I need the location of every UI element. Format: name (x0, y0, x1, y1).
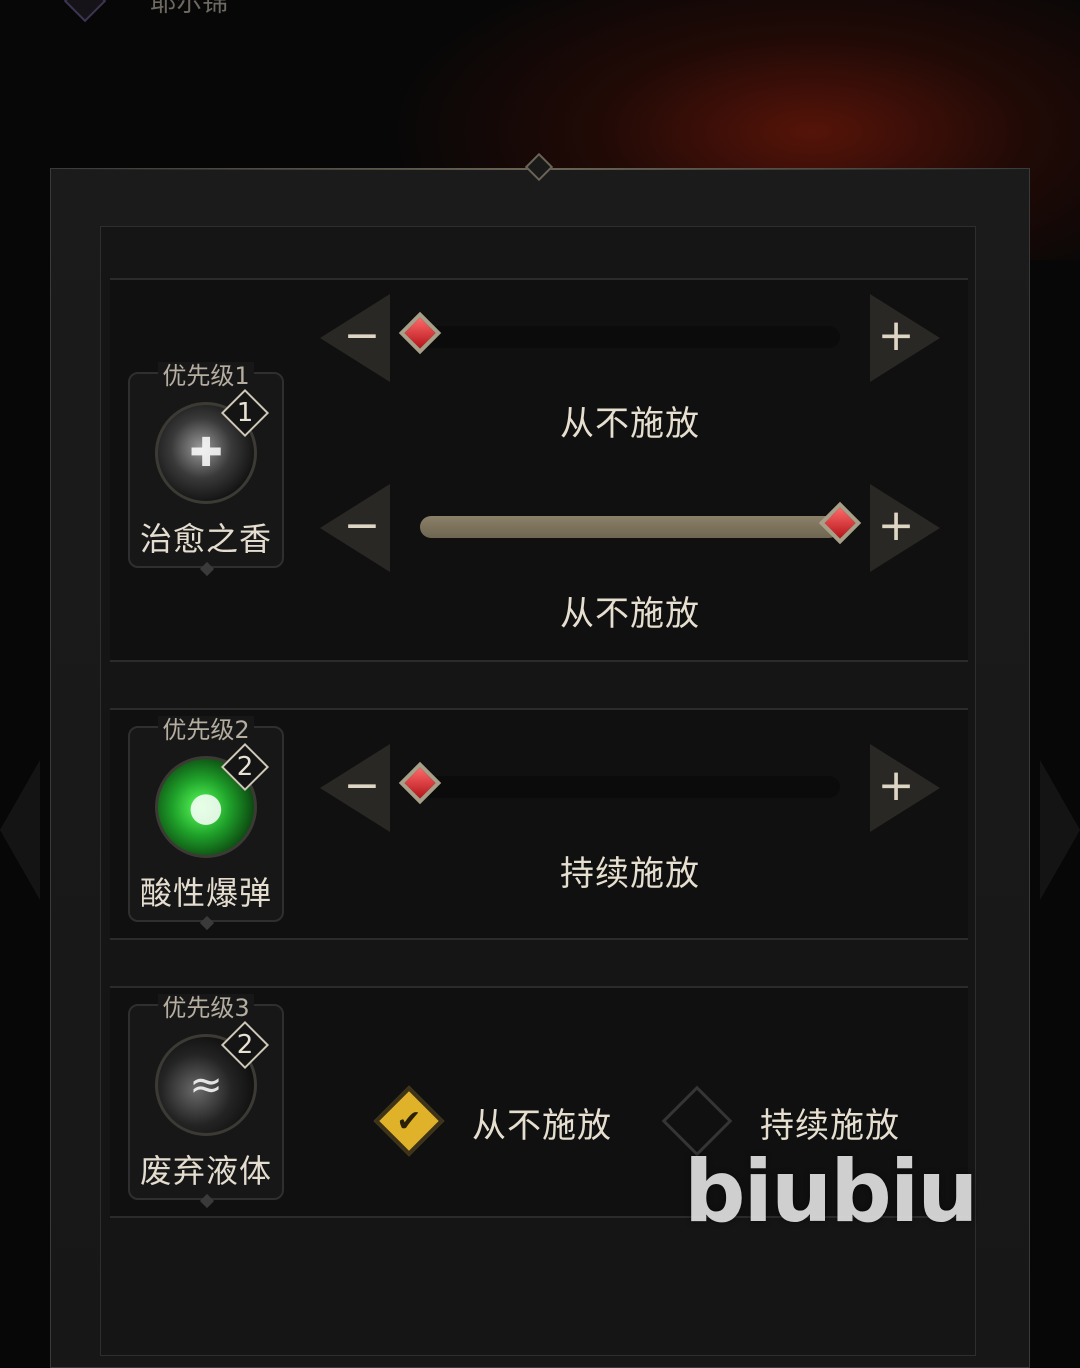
cast-slider: − + (320, 294, 940, 382)
option-label: 从不施放 (472, 1106, 612, 1146)
left-page-arrow[interactable] (0, 760, 40, 900)
priority-label: 优先级1 (158, 362, 254, 390)
top-emblem-icon (63, 0, 107, 23)
skill-card-1[interactable]: 优先级1 ✚ 1 治愈之香 (128, 362, 284, 577)
plus-icon: + (877, 500, 915, 551)
priority-label: 优先级3 (158, 994, 254, 1022)
skill-badge-count: 1 (236, 398, 254, 428)
minus-icon: − (343, 500, 381, 551)
slider-track[interactable] (420, 501, 862, 545)
cast-slider: − + (320, 484, 940, 572)
option-never-cast[interactable]: ✔ 从不施放 (373, 1082, 644, 1162)
skill-card-3[interactable]: 优先级3 ≈ 2 废弃液体 (128, 994, 284, 1209)
slider-fill (420, 516, 840, 538)
checkmark-icon: ✔ (396, 1103, 422, 1139)
skill-name: 治愈之香 (139, 520, 272, 558)
decrease-button[interactable]: − (320, 744, 410, 832)
cast-slider: − + (320, 744, 940, 832)
decrease-button[interactable]: − (320, 484, 410, 572)
option-label: 持续施放 (760, 1106, 900, 1146)
increase-button[interactable]: + (850, 744, 940, 832)
watermark: biubiu (684, 1142, 979, 1242)
skill-card-2[interactable]: 优先级2 ● 2 酸性爆弹 (128, 716, 284, 931)
cast-status: 从不施放 (560, 404, 700, 444)
skill-badge-count: 2 (236, 1030, 254, 1060)
slider-track[interactable] (398, 761, 840, 805)
increase-button[interactable]: + (850, 484, 940, 572)
minus-icon: − (343, 760, 381, 811)
cast-status: 从不施放 (560, 594, 700, 634)
minus-icon: − (343, 310, 381, 361)
skill-name: 废弃液体 (139, 1152, 272, 1190)
plus-icon: + (877, 310, 915, 361)
right-page-arrow[interactable] (1040, 760, 1080, 900)
skill-badge-count: 2 (236, 752, 254, 782)
priority-label: 优先级2 (158, 716, 254, 744)
cast-status: 持续施放 (560, 854, 700, 894)
decrease-button[interactable]: − (320, 294, 410, 382)
header-title: 耶尔锦 (150, 0, 229, 18)
increase-button[interactable]: + (850, 294, 940, 382)
slider-track[interactable] (398, 311, 840, 355)
plus-icon: + (877, 760, 915, 811)
skill-name: 酸性爆弹 (139, 874, 272, 912)
